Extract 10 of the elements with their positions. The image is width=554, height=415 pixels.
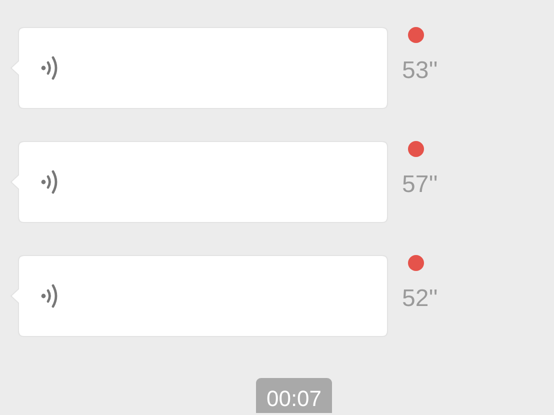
speaker-icon: [41, 283, 59, 309]
speaker-icon: [41, 55, 59, 81]
timestamp: 00:07: [256, 378, 332, 413]
voice-duration: 57'': [402, 171, 438, 199]
speaker-icon: [41, 169, 59, 195]
voice-message-bubble[interactable]: [10, 141, 388, 223]
voice-duration: 52'': [402, 285, 438, 313]
voice-message-bubble[interactable]: [10, 27, 388, 109]
voice-message-bubble[interactable]: [10, 255, 388, 337]
voice-duration: 53'': [402, 57, 438, 85]
